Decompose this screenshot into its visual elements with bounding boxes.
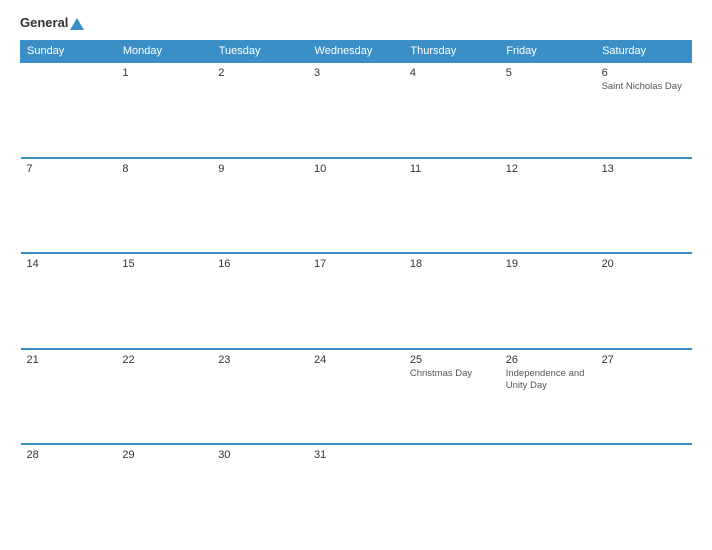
logo: General — [20, 16, 84, 30]
calendar-cell: 27 — [596, 349, 692, 445]
calendar-cell: 11 — [404, 158, 500, 254]
col-header-wednesday: Wednesday — [308, 41, 404, 63]
calendar-cell: 10 — [308, 158, 404, 254]
col-header-friday: Friday — [500, 41, 596, 63]
col-header-saturday: Saturday — [596, 41, 692, 63]
day-number: 11 — [410, 163, 494, 175]
col-header-thursday: Thursday — [404, 41, 500, 63]
day-number: 19 — [506, 258, 590, 270]
day-number: 30 — [218, 449, 302, 461]
calendar-cell: 30 — [212, 444, 308, 540]
holiday-label: Independence and Unity Day — [506, 368, 590, 393]
day-number: 25 — [410, 354, 494, 366]
day-number: 5 — [506, 67, 590, 79]
day-number: 16 — [218, 258, 302, 270]
day-number: 21 — [27, 354, 111, 366]
day-number: 18 — [410, 258, 494, 270]
calendar-table: SundayMondayTuesdayWednesdayThursdayFrid… — [20, 40, 692, 540]
day-number: 20 — [602, 258, 686, 270]
page: General SundayMondayTuesdayWednesdayThur… — [0, 0, 712, 550]
calendar-cell: 25 Christmas Day — [404, 349, 500, 445]
day-number: 14 — [27, 258, 111, 270]
calendar-cell: 21 — [21, 349, 117, 445]
calendar-cell — [21, 62, 117, 158]
calendar-cell: 3 — [308, 62, 404, 158]
calendar-cell — [500, 444, 596, 540]
day-number: 9 — [218, 163, 302, 175]
col-header-monday: Monday — [116, 41, 212, 63]
day-number: 23 — [218, 354, 302, 366]
calendar-cell: 6 Saint Nicholas Day — [596, 62, 692, 158]
calendar-cell: 23 — [212, 349, 308, 445]
logo-triangle-icon — [70, 18, 84, 30]
day-number: 12 — [506, 163, 590, 175]
calendar-cell: 19 — [500, 253, 596, 349]
calendar-cell: 22 — [116, 349, 212, 445]
calendar-cell: 14 — [21, 253, 117, 349]
calendar-body: 123456Saint Nicholas Day7891011121314151… — [21, 62, 692, 540]
calendar-cell: 28 — [21, 444, 117, 540]
day-number: 22 — [122, 354, 206, 366]
week-row-5: 28 29 30 31 — [21, 444, 692, 540]
day-number: 28 — [27, 449, 111, 461]
calendar-header: SundayMondayTuesdayWednesdayThursdayFrid… — [21, 41, 692, 63]
day-number: 7 — [27, 163, 111, 175]
week-row-2: 789 10 11 12 13 — [21, 158, 692, 254]
calendar-cell: 5 — [500, 62, 596, 158]
holiday-label: Saint Nicholas Day — [602, 81, 686, 93]
calendar-cell: 15 — [116, 253, 212, 349]
calendar-cell: 18 — [404, 253, 500, 349]
day-number: 6 — [602, 67, 686, 79]
day-number: 31 — [314, 449, 398, 461]
calendar-cell: 9 — [212, 158, 308, 254]
calendar-cell: 16 — [212, 253, 308, 349]
day-number: 4 — [410, 67, 494, 79]
calendar-cell: 17 — [308, 253, 404, 349]
day-number: 29 — [122, 449, 206, 461]
calendar-cell: 8 — [116, 158, 212, 254]
week-row-3: 14 15 16 17 18 19 20 — [21, 253, 692, 349]
day-number: 8 — [122, 163, 206, 175]
col-header-sunday: Sunday — [21, 41, 117, 63]
calendar-cell — [596, 444, 692, 540]
col-header-tuesday: Tuesday — [212, 41, 308, 63]
calendar-cell: 20 — [596, 253, 692, 349]
day-number: 13 — [602, 163, 686, 175]
day-number: 26 — [506, 354, 590, 366]
calendar-cell: 12 — [500, 158, 596, 254]
day-number: 24 — [314, 354, 398, 366]
header: General — [20, 16, 692, 30]
calendar-cell: 24 — [308, 349, 404, 445]
day-number: 2 — [218, 67, 302, 79]
day-number: 17 — [314, 258, 398, 270]
day-number: 10 — [314, 163, 398, 175]
calendar-cell: 1 — [116, 62, 212, 158]
day-number: 15 — [122, 258, 206, 270]
calendar-cell: 29 — [116, 444, 212, 540]
day-number: 3 — [314, 67, 398, 79]
calendar-cell: 7 — [21, 158, 117, 254]
calendar-cell — [404, 444, 500, 540]
calendar-cell: 13 — [596, 158, 692, 254]
week-row-1: 123456 Saint Nicholas Day — [21, 62, 692, 158]
day-number: 27 — [602, 354, 686, 366]
logo-general-text: General — [20, 16, 84, 30]
calendar-cell: 2 — [212, 62, 308, 158]
week-row-4: 21 22 23 24 25 Christmas Day 26 Independence an… — [21, 349, 692, 445]
day-number: 1 — [122, 67, 206, 79]
holiday-label: Christmas Day — [410, 368, 494, 380]
calendar-cell: 26 Independence and Unity Day — [500, 349, 596, 445]
calendar-cell: 4 — [404, 62, 500, 158]
days-of-week-row: SundayMondayTuesdayWednesdayThursdayFrid… — [21, 41, 692, 63]
calendar-cell: 31 — [308, 444, 404, 540]
